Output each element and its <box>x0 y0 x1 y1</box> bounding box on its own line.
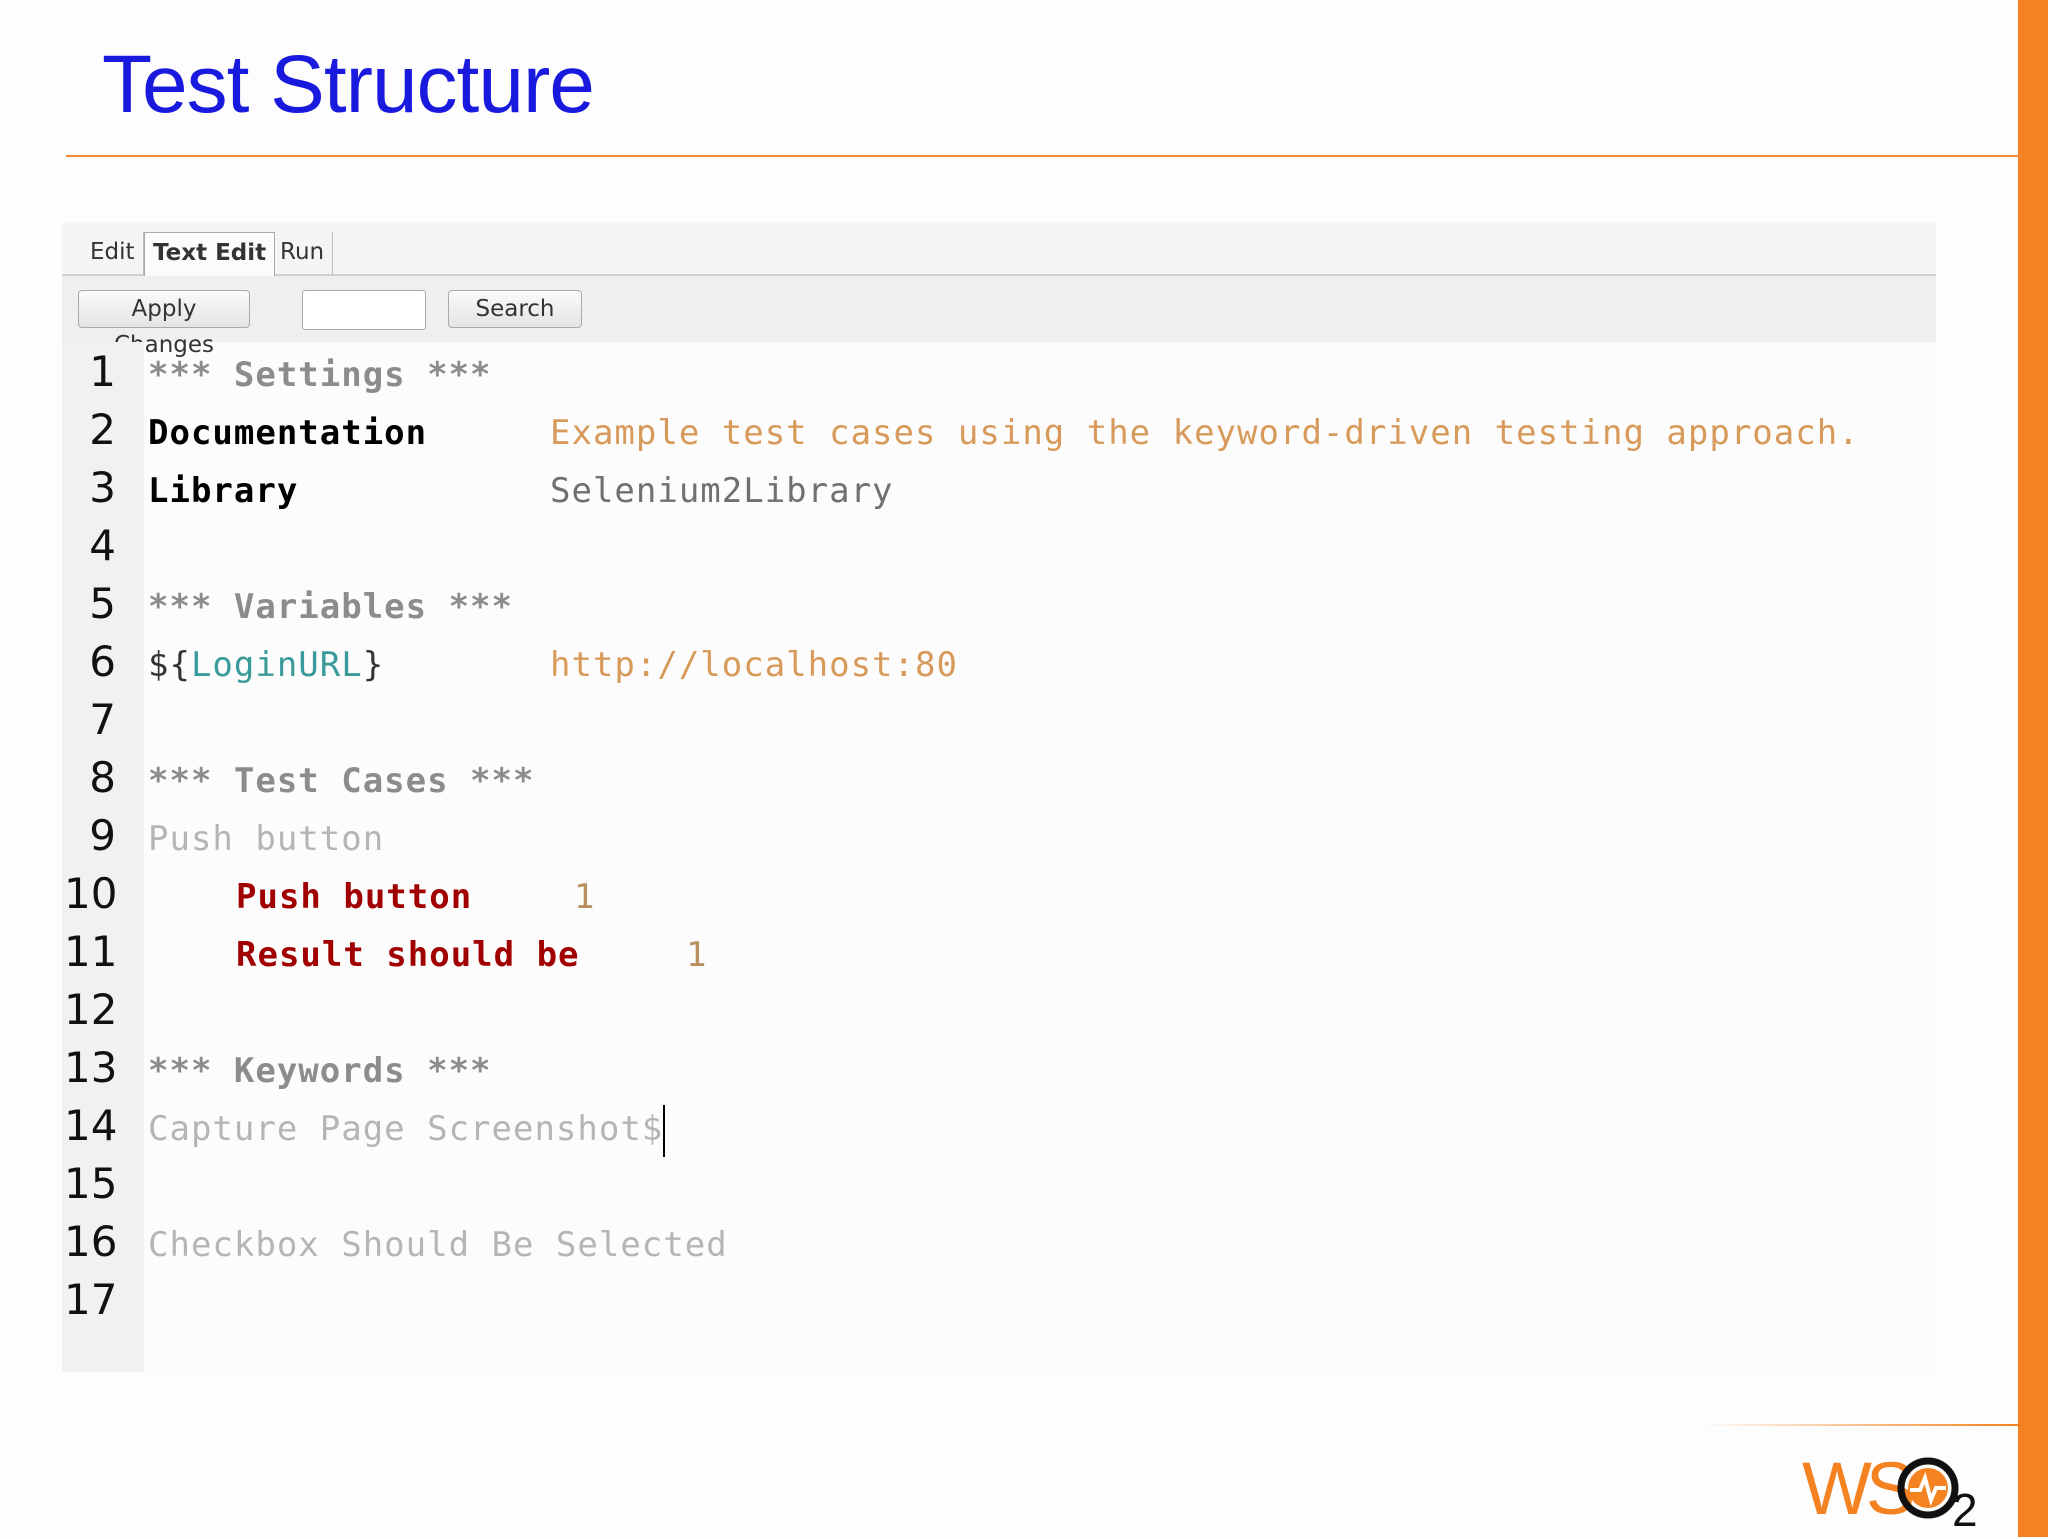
code-line-test-cases-header: *** Test Cases *** <box>148 761 535 801</box>
line-number: 12 <box>64 985 118 1034</box>
code-variable-value: http://localhost:80 <box>550 645 958 685</box>
code-keyword-definition: Checkbox Should Be Selected <box>148 1225 728 1265</box>
code-keyword-arg: 1 <box>686 935 708 975</box>
line-number: 15 <box>64 1159 118 1208</box>
tab-run[interactable]: Run <box>272 232 334 274</box>
page-title: Test Structure <box>102 39 595 130</box>
tab-bar: Edit Text Edit Run <box>62 222 1936 276</box>
tab-edit[interactable]: Edit <box>82 232 144 274</box>
line-number: 5 <box>89 579 116 628</box>
code-keyword-definition[interactable]: Capture Page Screenshot$ <box>148 1100 666 1158</box>
code-keyword-call: Result should be <box>236 935 580 975</box>
code-setting-key: Library <box>148 471 299 511</box>
search-input[interactable] <box>302 290 426 330</box>
svg-text:WS: WS <box>1802 1447 1912 1530</box>
search-button[interactable]: Search <box>448 290 582 328</box>
code-test-case-name: Push button <box>148 819 385 859</box>
right-accent-bar <box>2018 0 2048 1537</box>
variable-open-brace: ${ <box>148 645 191 685</box>
code-keyword-arg: 1 <box>574 877 596 917</box>
tab-text-edit[interactable]: Text Edit <box>144 232 276 276</box>
line-number: 1 <box>89 347 116 396</box>
line-number: 10 <box>64 869 118 918</box>
line-number: 4 <box>89 521 116 570</box>
code-variable-definition: ${LoginURL} <box>148 636 384 694</box>
text-cursor <box>663 1104 666 1157</box>
line-number: 14 <box>64 1101 118 1150</box>
variable-close-brace: } <box>362 645 385 685</box>
line-number: 17 <box>64 1275 118 1324</box>
wso2-logo-icon: WS 2 <box>1802 1447 1978 1536</box>
wso2-logo: WS 2 <box>1802 1444 2002 1536</box>
code-setting-value: Example test cases using the keyword-dri… <box>550 413 1860 453</box>
code-line-keywords-header: *** Keywords *** <box>148 1051 492 1091</box>
code-setting-key: Documentation <box>148 413 428 453</box>
line-number: 3 <box>89 463 116 512</box>
variable-name: LoginURL <box>190 645 363 685</box>
code-setting-value: Selenium2Library <box>550 471 894 511</box>
code-line-settings-header: *** Settings *** <box>148 355 492 395</box>
footer-divider <box>1700 1424 2018 1426</box>
line-number: 11 <box>64 927 118 976</box>
title-divider <box>66 155 2022 157</box>
line-number: 2 <box>89 405 116 454</box>
line-number: 8 <box>89 753 116 802</box>
code-line-variables-header: *** Variables *** <box>148 587 513 627</box>
svg-text:2: 2 <box>1952 1484 1978 1534</box>
line-number: 16 <box>64 1217 118 1266</box>
line-number: 6 <box>89 637 116 686</box>
line-number: 13 <box>64 1043 118 1092</box>
apply-changes-button[interactable]: Apply Changes <box>78 290 250 358</box>
code-keyword-call: Push button <box>236 877 473 917</box>
editor-toolbar: Apply Changes Search <box>62 276 1936 358</box>
line-number: 9 <box>89 811 116 860</box>
code-keyword-text: Capture Page Screenshot$ <box>148 1109 664 1149</box>
line-number: 7 <box>89 695 116 744</box>
